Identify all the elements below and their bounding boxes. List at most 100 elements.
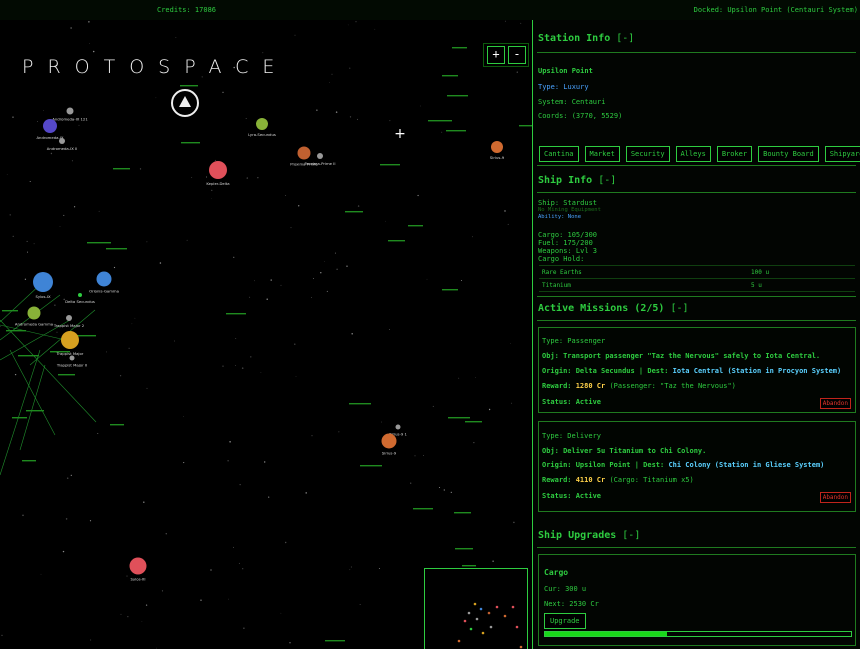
docked-status: Docked: Upsilon Point (Centauri System) — [693, 6, 858, 14]
collapse-toggle[interactable]: [-] — [616, 33, 634, 44]
star — [211, 189, 213, 191]
star — [232, 546, 235, 548]
star — [349, 116, 352, 118]
star — [155, 97, 157, 99]
star — [174, 340, 175, 342]
star — [294, 34, 296, 36]
bounty-board-button[interactable]: Bounty Board — [758, 146, 819, 162]
abandon-button[interactable]: Abandon — [819, 492, 851, 503]
sector-marker — [454, 512, 471, 514]
star — [389, 120, 391, 122]
station-info-title[interactable]: Station Info [-] — [538, 33, 634, 44]
missions-title[interactable]: Active Missions (2/5) [-] — [538, 303, 689, 314]
star — [450, 491, 452, 493]
planet[interactable] — [96, 271, 112, 287]
star — [78, 124, 80, 126]
star — [266, 298, 268, 301]
upgrade-button[interactable]: Upgrade — [544, 613, 586, 629]
cargo-qty: 5 u — [751, 282, 762, 289]
map-cursor: + — [394, 126, 406, 142]
sector-marker — [2, 310, 18, 312]
upgrades-title[interactable]: Ship Upgrades [-] — [538, 530, 640, 541]
abandon-button[interactable]: Abandon — [819, 398, 851, 409]
planets[interactable]: Andromeda-IX 121Andromeda-IXAndromeda-IX… — [15, 107, 505, 582]
star — [443, 489, 445, 491]
star — [313, 277, 315, 279]
planet[interactable] — [61, 331, 79, 349]
sector-marker — [345, 211, 363, 213]
market-button[interactable]: Market — [584, 146, 620, 162]
alleys-button[interactable]: Alleys — [675, 146, 711, 162]
minimap[interactable] — [424, 568, 528, 649]
star — [385, 220, 386, 222]
planet[interactable] — [66, 107, 74, 115]
planet[interactable] — [381, 433, 397, 449]
star — [26, 240, 28, 242]
star — [175, 36, 177, 38]
planet-label: Trappist Major 2 — [53, 323, 85, 328]
cantina-button[interactable]: Cantina — [539, 146, 579, 162]
star — [492, 560, 494, 562]
broker-button[interactable]: Broker — [716, 146, 753, 162]
star — [12, 116, 14, 118]
minimap-canvas[interactable] — [425, 569, 527, 649]
starfield — [0, 20, 522, 649]
zoom-out-button[interactable]: - — [508, 46, 526, 64]
planet[interactable] — [59, 138, 65, 144]
route-line — [19, 364, 46, 451]
star — [63, 214, 65, 216]
star — [355, 21, 357, 23]
star — [119, 375, 122, 377]
star — [222, 91, 224, 93]
star — [298, 205, 300, 207]
planet[interactable] — [27, 306, 41, 320]
star — [262, 52, 264, 54]
security-button[interactable]: Security — [625, 146, 670, 162]
star — [120, 613, 122, 615]
planet[interactable] — [491, 141, 503, 153]
minimap-dot — [511, 605, 515, 609]
planet[interactable] — [69, 355, 75, 361]
star-map-canvas[interactable]: Andromeda-IX 121Andromeda-IXAndromeda-IX… — [0, 20, 532, 649]
star — [380, 421, 382, 423]
star — [249, 296, 251, 298]
star-map[interactable]: Andromeda-IX 121 Andromeda-IX Andromeda-IX… — [0, 20, 532, 649]
cargo-hold-table: Rare Earths 100 u Titanium 5 u — [539, 265, 855, 292]
cargo-hold-label: Cargo Hold: — [538, 255, 585, 263]
reward-label: Reward: — [542, 382, 576, 390]
star — [270, 279, 272, 281]
planet[interactable] — [129, 557, 147, 575]
sector-marker — [6, 330, 26, 332]
star — [410, 482, 412, 484]
planet[interactable] — [43, 119, 57, 133]
planet[interactable] — [317, 153, 323, 159]
planet[interactable] — [66, 315, 72, 321]
star — [338, 431, 340, 433]
collapse-toggle[interactable]: [-] — [622, 530, 640, 541]
star — [311, 435, 313, 437]
sector-marker — [110, 424, 124, 426]
planet[interactable] — [256, 118, 268, 130]
planet[interactable] — [33, 272, 53, 292]
planet-label: Sylos-XI — [131, 577, 146, 582]
zoom-in-button[interactable]: + — [487, 46, 505, 64]
ship-info-title[interactable]: Ship Info [-] — [538, 175, 616, 186]
star — [432, 405, 434, 407]
planet[interactable] — [297, 146, 311, 160]
collapse-toggle[interactable]: [-] — [598, 175, 616, 186]
planet[interactable] — [209, 161, 227, 179]
star — [289, 642, 291, 644]
shipyard-button[interactable]: Shipyard — [824, 146, 860, 162]
collapse-toggle[interactable]: [-] — [670, 303, 688, 314]
star — [131, 323, 133, 325]
sector-marker — [465, 421, 482, 423]
star — [9, 214, 11, 216]
sector-marker — [413, 508, 433, 510]
player-ship-icon[interactable] — [171, 89, 199, 117]
star — [59, 226, 61, 227]
star — [228, 598, 229, 600]
minimap-dot — [467, 611, 471, 615]
planet[interactable] — [395, 424, 401, 430]
missions-label: Active Missions (2/5) — [538, 303, 665, 314]
planet[interactable] — [78, 293, 82, 297]
